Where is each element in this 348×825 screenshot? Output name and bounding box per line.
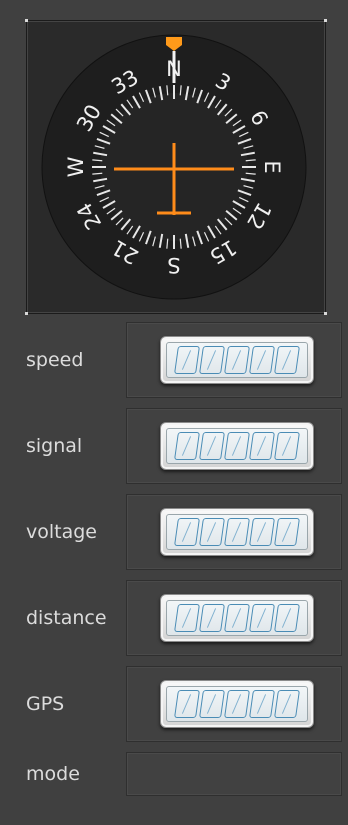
readout-row-voltage: voltage 00000 [0, 494, 348, 570]
speed-digits [166, 342, 308, 378]
readout-row-speed: speed 00000 [0, 322, 348, 398]
lcd-digit [274, 432, 300, 460]
lcd-digit [199, 432, 225, 460]
lcd-digit [249, 432, 275, 460]
voltage-value: 00000 [161, 509, 162, 510]
distance-display-box: 00000 [126, 580, 342, 656]
lcd-digit [274, 690, 300, 718]
lcd-digit [274, 518, 300, 546]
lcd-digit [224, 604, 250, 632]
voltage-digits [166, 514, 308, 550]
lcd-digit [249, 604, 275, 632]
speed-display-box: 00000 [126, 322, 342, 398]
voltage-display-box: 00000 [126, 494, 342, 570]
distance-digits [166, 600, 308, 636]
compass-dial: N36E1215S2124W3033 [41, 34, 307, 300]
telemetry-panel: N36E1215S2124W3033 speed 00000 signal [0, 0, 348, 825]
lcd-digit [224, 518, 250, 546]
gps-display-box: 00000 [126, 666, 342, 742]
lcd-digit [199, 346, 225, 374]
dial-label: W [64, 156, 88, 177]
lcd-digit [274, 604, 300, 632]
signal-lcd: 00000 [160, 422, 314, 470]
lcd-digit [199, 518, 225, 546]
lcd-digit [224, 690, 250, 718]
gps-lcd: 00000 [160, 680, 314, 728]
lcd-digit [174, 690, 200, 718]
readout-row-signal: signal 00000 [0, 408, 348, 484]
lcd-digit [249, 690, 275, 718]
signal-digits [166, 428, 308, 464]
mode-display-box [126, 752, 342, 796]
readout-row-distance: distance 00000 [0, 580, 348, 656]
signal-label: signal [26, 435, 83, 457]
distance-label: distance [26, 607, 107, 629]
voltage-label: voltage [26, 521, 97, 543]
heading-indicator: N36E1215S2124W3033 [25, 19, 327, 315]
dial-label: S [167, 253, 180, 277]
readout-row-mode: mode [0, 752, 348, 796]
speed-lcd: 00000 [160, 336, 314, 384]
dial-label: E [260, 160, 284, 173]
lcd-digit [174, 432, 200, 460]
speed-label: speed [26, 349, 84, 371]
voltage-lcd: 00000 [160, 508, 314, 556]
lcd-digit [224, 346, 250, 374]
speed-value: 00000 [161, 337, 162, 338]
lcd-digit [274, 346, 300, 374]
gps-value: 00000 [161, 681, 162, 682]
lcd-digit [174, 346, 200, 374]
lcd-digit [174, 604, 200, 632]
lcd-digit [199, 604, 225, 632]
gps-label: GPS [26, 693, 65, 715]
lcd-digit [224, 432, 250, 460]
gps-digits [166, 686, 308, 722]
mode-label: mode [26, 763, 80, 785]
distance-lcd: 00000 [160, 594, 314, 642]
lcd-digit [249, 518, 275, 546]
lcd-digit [249, 346, 275, 374]
lcd-digit [199, 690, 225, 718]
lcd-digit [174, 518, 200, 546]
distance-value: 00000 [161, 595, 162, 596]
signal-display-box: 00000 [126, 408, 342, 484]
signal-value: 00000 [161, 423, 162, 424]
readout-row-gps: GPS 00000 [0, 666, 348, 742]
